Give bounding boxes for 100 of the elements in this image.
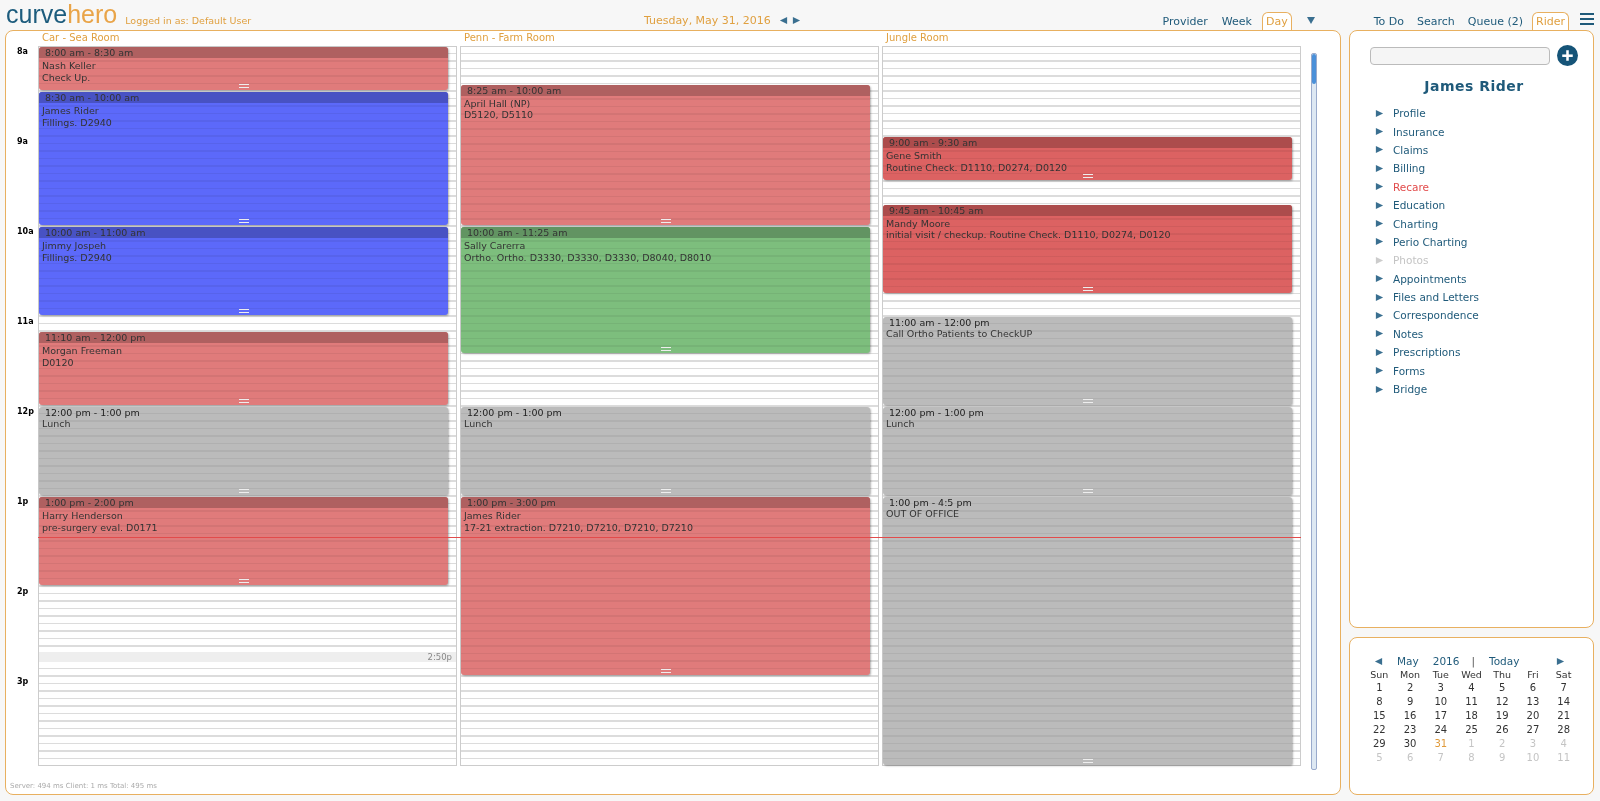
appointment-card[interactable]: 10:00 am - 11:25 am Sally Carerra Ortho. Ortho. D3330, D3330, D3330, D8040, D8010	[461, 227, 870, 353]
menu-link[interactable]: Claims	[1393, 143, 1429, 156]
calendar-day[interactable]: 20	[1517, 709, 1549, 722]
menu-link[interactable]: Files and Letters	[1393, 291, 1480, 304]
calendar-day[interactable]: 6	[1517, 681, 1549, 694]
appointment-card[interactable]: 12:00 pm - 1:00 pm Lunch	[39, 407, 448, 495]
calendar-day[interactable]: 28	[1548, 723, 1579, 736]
next-month-icon[interactable]	[1556, 656, 1565, 666]
calendar-day[interactable]: 27	[1517, 723, 1549, 736]
resize-handle-icon[interactable]	[238, 84, 249, 88]
resize-handle-icon[interactable]	[660, 489, 671, 493]
calendar-day[interactable]: 8	[1364, 695, 1395, 708]
view-tab[interactable]: Provider	[1158, 12, 1212, 30]
resize-handle-icon[interactable]	[238, 399, 249, 403]
menu-link[interactable]: Recare	[1393, 180, 1430, 193]
calendar-day[interactable]: 17	[1425, 709, 1457, 722]
calendar-day[interactable]: 4	[1456, 681, 1487, 694]
menu-link[interactable]: Charting	[1393, 217, 1439, 230]
resize-handle-icon[interactable]	[660, 346, 671, 351]
calendar-day[interactable]: 22	[1364, 723, 1395, 736]
hour-label: 9a	[17, 137, 28, 146]
panel-tab[interactable]: Queue (2)	[1463, 12, 1527, 30]
calendar-day[interactable]: 29	[1364, 737, 1395, 750]
resize-handle-icon[interactable]	[1082, 759, 1093, 763]
scrollbar[interactable]	[1311, 53, 1317, 770]
appointment-card[interactable]: 11:10 am - 12:00 pm Morgan Freeman D0120	[39, 332, 448, 405]
resize-handle-icon[interactable]	[238, 219, 249, 223]
appointment-card[interactable]: 1:00 pm - 2:00 pm Harry Henderson pre-surgery eval. D0171	[39, 497, 448, 585]
resize-handle-icon[interactable]	[1082, 286, 1093, 291]
menu-link[interactable]: Appointments	[1393, 272, 1467, 285]
resize-handle-icon[interactable]	[1082, 399, 1093, 403]
hour-label: 8a	[17, 47, 28, 56]
calendar-day[interactable]: 13	[1517, 695, 1549, 708]
next-day-icon[interactable]	[791, 16, 801, 25]
calendar-day[interactable]: 11	[1456, 695, 1487, 708]
calendar-day[interactable]: 23	[1394, 723, 1426, 736]
appointment-card[interactable]: 1:00 pm - 4:5 pm OUT OF OFFICE	[883, 497, 1292, 765]
room-header: Penn - Farm Room	[463, 31, 556, 45]
today-link[interactable]: Today	[1489, 655, 1520, 667]
appointment-card[interactable]: 8:00 am - 8:30 am Nash Keller Check Up.	[39, 47, 448, 90]
calendar-day[interactable]: 21	[1548, 709, 1579, 722]
calendar-day[interactable]: 30	[1394, 737, 1426, 750]
appointment-time: 12:00 pm - 1:00 pm	[888, 407, 985, 418]
menu-link[interactable]: Forms	[1393, 364, 1425, 377]
resize-handle-icon[interactable]	[660, 219, 671, 223]
calendar-day[interactable]: 12	[1486, 695, 1518, 708]
calendar-day[interactable]: 2	[1394, 681, 1426, 694]
panel-tab[interactable]: Search	[1413, 12, 1459, 30]
appointment-card[interactable]: 8:25 am - 10:00 am April Hall (NP) D5120, D5110	[461, 84, 870, 225]
calendar-day[interactable]: 10	[1425, 695, 1457, 708]
separator: |	[1471, 655, 1475, 667]
appointment-card[interactable]: 9:00 am - 9:30 am Gene Smith Routine Check. D1110, D0274, D0120	[883, 137, 1292, 180]
appointment-time: 1:00 pm - 2:00 pm	[39, 497, 448, 508]
dropdown-icon[interactable]	[1305, 15, 1316, 25]
calendar-day[interactable]: 24	[1425, 723, 1457, 736]
resize-handle-icon[interactable]	[238, 579, 249, 583]
resize-handle-icon[interactable]	[1082, 489, 1093, 493]
calendar-day[interactable]: 7	[1548, 681, 1579, 694]
appointment-card[interactable]: 12:00 pm - 1:00 pm Lunch	[883, 407, 1292, 495]
calendar-day[interactable]: 5	[1486, 681, 1518, 694]
previous-month-icon[interactable]	[1374, 656, 1383, 666]
calendar-day[interactable]: 25	[1456, 723, 1487, 736]
calendar-day[interactable]: 9	[1394, 695, 1426, 708]
month-label[interactable]: May	[1397, 655, 1419, 667]
calendar-day[interactable]: 26	[1486, 723, 1518, 736]
previous-day-icon[interactable]	[778, 16, 788, 25]
calendar-day[interactable]: 19	[1486, 709, 1518, 722]
menu-icon[interactable]	[1580, 13, 1594, 25]
resize-handle-icon[interactable]	[238, 309, 249, 313]
calendar-day[interactable]: 14	[1548, 695, 1579, 708]
menu-link[interactable]: Bridge	[1393, 383, 1428, 396]
calendar-day[interactable]: 3	[1425, 681, 1457, 694]
menu-link[interactable]: Prescriptions	[1393, 346, 1461, 359]
weekday-label: Thu	[1492, 669, 1513, 680]
appointment-card[interactable]: 12:00 pm - 1:00 pm Lunch	[461, 407, 870, 495]
weekday-label: Fri	[1526, 669, 1540, 680]
view-tab[interactable]: Week	[1217, 12, 1256, 30]
appointment-card[interactable]: 11:00 am - 12:00 pm Call Ortho Patients to CheckUP	[883, 317, 1292, 405]
year-label[interactable]: 2016	[1432, 655, 1460, 667]
menu-link[interactable]: Perio Charting	[1393, 235, 1468, 248]
menu-link[interactable]: Profile	[1393, 107, 1426, 120]
menu-link[interactable]: Correspondence	[1393, 309, 1479, 322]
appointment-card[interactable]: 1:00 pm - 3:00 pm James Rider 17-21 extraction. D7210, D7210, D7210, D7210	[461, 497, 870, 675]
menu-link[interactable]: Education	[1393, 199, 1446, 212]
resize-handle-icon[interactable]	[238, 489, 249, 493]
calendar-day[interactable]: 1	[1364, 681, 1395, 694]
add-icon[interactable]	[1557, 45, 1578, 66]
calendar-day[interactable]: 15	[1364, 709, 1395, 722]
panel-tab[interactable]: To Do	[1369, 12, 1408, 30]
appointment-text: OUT OF OFFICE	[885, 508, 961, 520]
calendar-day[interactable]: 18	[1456, 709, 1487, 722]
logo: curvehero	[6, 2, 118, 26]
search-field[interactable]	[1370, 46, 1550, 65]
menu-link[interactable]: Notes	[1393, 327, 1424, 340]
resize-handle-icon[interactable]	[660, 669, 671, 673]
menu-link[interactable]: Billing	[1393, 162, 1426, 175]
appointment-card[interactable]: 9:45 am - 10:45 am Mandy Moore initial visit / checkup. Routine Check. D1110, D0274, D0120	[883, 204, 1292, 293]
calendar-day[interactable]: 16	[1394, 709, 1426, 722]
menu-link[interactable]: Insurance	[1393, 125, 1445, 138]
resize-handle-icon[interactable]	[1082, 174, 1093, 178]
